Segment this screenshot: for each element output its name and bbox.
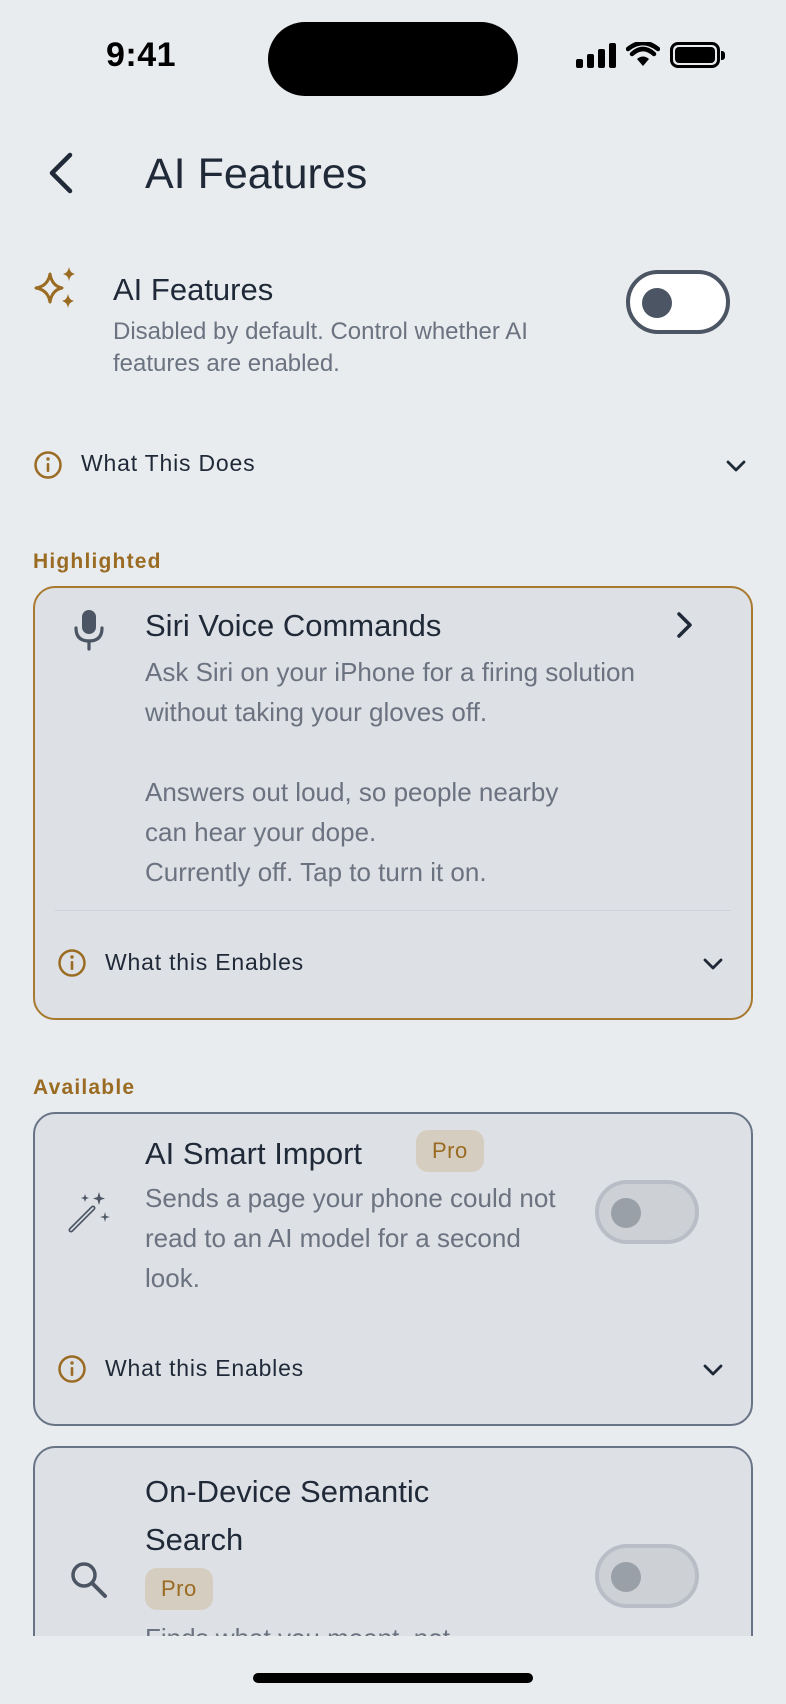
master-title: AI Features — [113, 272, 274, 307]
chevron-down-icon — [703, 1364, 723, 1376]
smart-import-title: AI Smart Import — [145, 1136, 363, 1171]
siri-title: Siri Voice Commands — [145, 608, 442, 643]
master-description: Disabled by default. Control whether AI … — [113, 318, 528, 377]
what-this-does-disclosure[interactable]: What This Does — [0, 440, 786, 490]
status-icons — [576, 42, 725, 68]
semantic-search-title: On-Device Semantic Search — [145, 1474, 430, 1557]
pro-badge: Pro — [145, 1568, 213, 1610]
toggle-knob — [611, 1198, 641, 1228]
info-icon — [58, 1355, 86, 1383]
smart-import-toggle[interactable] — [595, 1180, 699, 1244]
microphone-icon — [74, 610, 104, 651]
wifi-icon — [626, 42, 660, 66]
toggle-knob — [642, 288, 672, 318]
status-time: 9:41 — [106, 36, 177, 74]
dynamic-island — [268, 22, 518, 96]
ai-smart-import-card: AI Smart Import Pro Sends a page your ph… — [33, 1112, 753, 1426]
pro-badge: Pro — [416, 1130, 484, 1172]
sparkles-icon — [34, 267, 75, 308]
siri-description-line2: Answers out loud, so people nearby can h… — [145, 777, 559, 847]
siri-description-line1: Ask Siri on your iPhone for a firing sol… — [145, 657, 635, 727]
chevron-left-icon — [49, 152, 73, 194]
cellular-signal-icon — [576, 42, 616, 68]
screen: 9:41 AI Features AI Features Disabled by… — [0, 0, 786, 1704]
siri-what-this-enables-disclosure[interactable]: What this Enables — [35, 938, 751, 988]
navigation-bar: AI Features — [0, 140, 786, 210]
section-label-available: Available — [33, 1076, 136, 1099]
info-icon — [58, 949, 86, 977]
smart-import-enables-label: What this Enables — [105, 1355, 304, 1381]
smart-import-what-this-enables-disclosure[interactable]: What this Enables — [35, 1344, 751, 1394]
toggle-knob — [611, 1562, 641, 1592]
chevron-down-icon — [726, 460, 746, 472]
page-title: AI Features — [145, 150, 368, 198]
battery-icon — [670, 42, 725, 68]
siri-enables-label: What this Enables — [105, 949, 304, 975]
what-this-does-label: What This Does — [81, 450, 256, 476]
bottom-safe-area — [0, 1636, 786, 1704]
semantic-search-toggle[interactable] — [595, 1544, 699, 1608]
chevron-right-icon — [677, 612, 692, 638]
siri-description-line3: Currently off. Tap to turn it on. — [145, 857, 487, 887]
back-button[interactable] — [36, 148, 86, 198]
ai-features-master-row: AI Features Disabled by default. Control… — [0, 262, 786, 382]
smart-import-description: Sends a page your phone could not read t… — [145, 1183, 556, 1293]
info-icon — [34, 451, 62, 479]
section-label-highlighted: Highlighted — [33, 550, 162, 573]
divider — [55, 910, 731, 911]
home-indicator — [253, 1673, 533, 1683]
semantic-search-card: On-Device Semantic Search Pro Finds what… — [33, 1446, 753, 1666]
siri-voice-commands-card[interactable]: Siri Voice Commands Ask Siri on your iPh… — [33, 586, 753, 1020]
ai-features-toggle[interactable] — [626, 270, 730, 334]
search-icon — [71, 1562, 107, 1598]
chevron-down-icon — [703, 958, 723, 970]
magic-wand-icon — [68, 1192, 110, 1233]
